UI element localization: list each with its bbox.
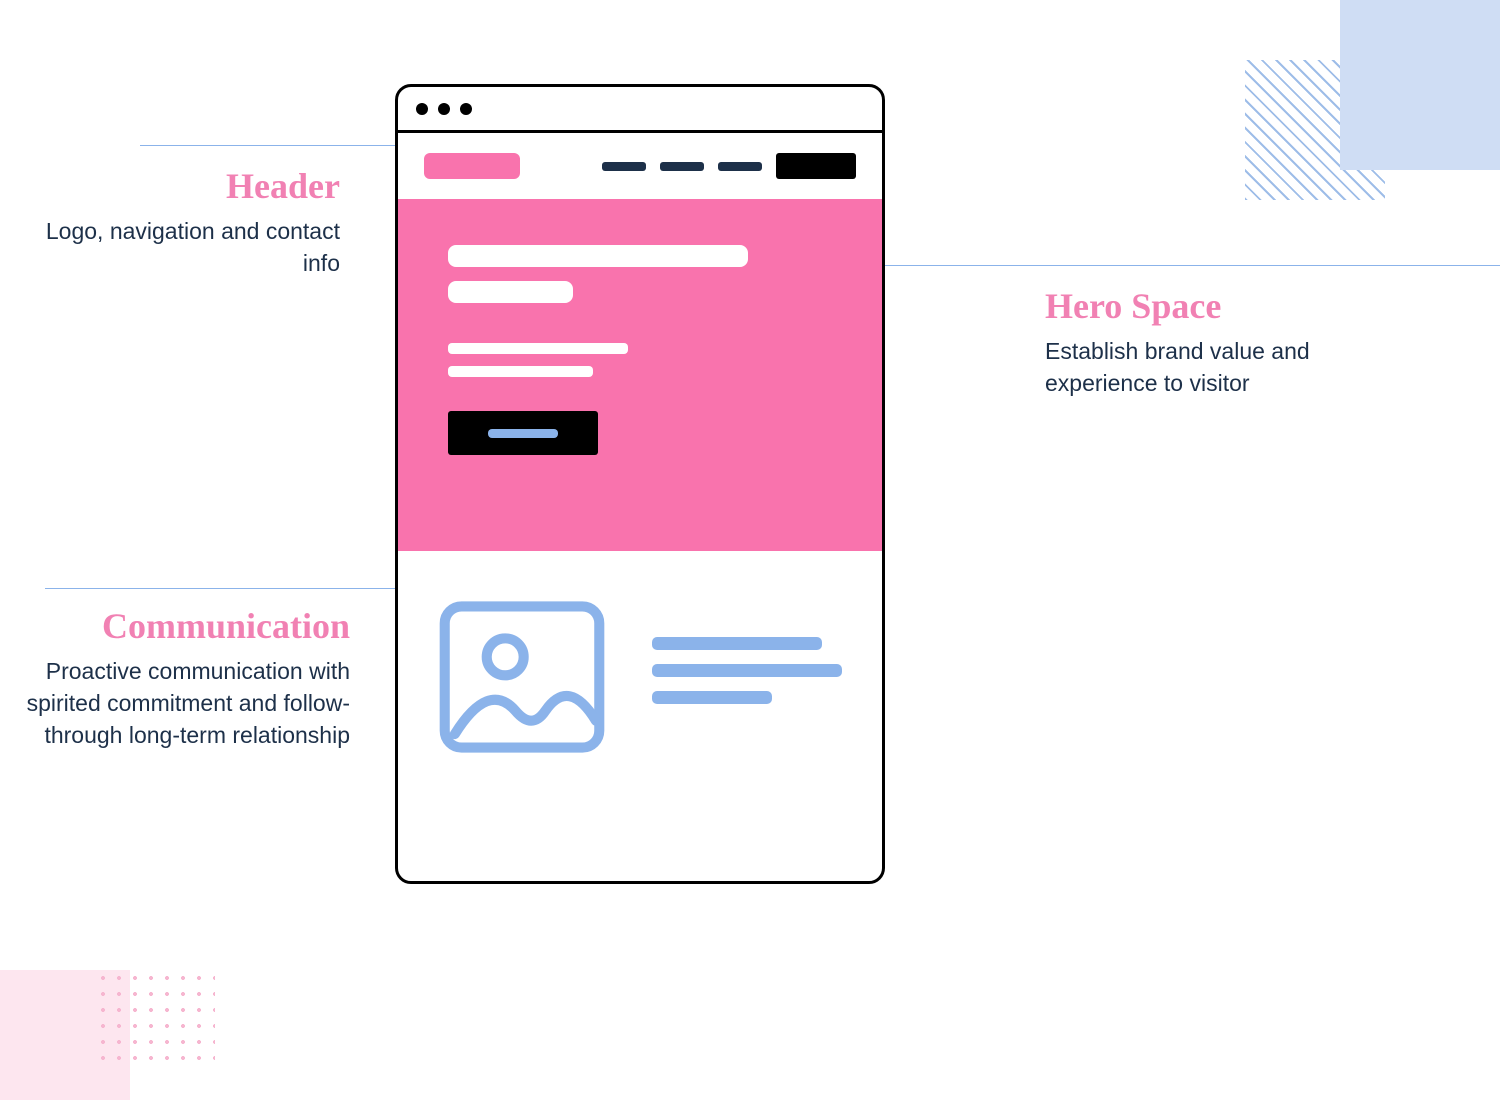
text-line bbox=[652, 664, 842, 677]
annotation-title: Header bbox=[40, 165, 340, 207]
wireframe-content-row bbox=[398, 551, 882, 803]
nav-item-placeholder bbox=[602, 162, 646, 171]
hero-subtext-placeholder bbox=[448, 343, 628, 354]
content-text-placeholder bbox=[652, 637, 842, 718]
nav-item-placeholder bbox=[660, 162, 704, 171]
window-dot bbox=[460, 103, 472, 115]
leader-line-communication bbox=[45, 588, 445, 589]
annotation-title: Hero Space bbox=[1045, 285, 1325, 327]
window-dot bbox=[438, 103, 450, 115]
annotation-title: Communication bbox=[20, 605, 350, 647]
browser-titlebar bbox=[398, 87, 882, 133]
browser-wireframe bbox=[395, 84, 885, 884]
leader-line-hero bbox=[870, 265, 1500, 266]
wireframe-header bbox=[398, 133, 882, 199]
blue-block bbox=[1340, 0, 1500, 170]
hero-heading-placeholder bbox=[448, 245, 748, 267]
annotation-desc: Proactive communication with spirited co… bbox=[20, 655, 350, 752]
annotation-communication: Communication Proactive communication wi… bbox=[20, 605, 350, 752]
text-line bbox=[652, 637, 822, 650]
logo-placeholder bbox=[424, 153, 520, 179]
annotation-hero: Hero Space Establish brand value and exp… bbox=[1045, 285, 1325, 399]
hero-button-placeholder bbox=[448, 411, 598, 455]
dot-pattern bbox=[95, 970, 215, 1060]
annotation-desc: Establish brand value and experience to … bbox=[1045, 335, 1325, 399]
window-dot bbox=[416, 103, 428, 115]
annotation-header: Header Logo, navigation and contact info bbox=[40, 165, 340, 279]
decoration-top-right bbox=[1290, 0, 1500, 210]
hero-button-label-placeholder bbox=[488, 429, 558, 438]
cta-button-placeholder bbox=[776, 153, 856, 179]
wireframe-hero bbox=[398, 199, 882, 551]
nav-item-placeholder bbox=[718, 162, 762, 171]
hero-subtext-placeholder bbox=[448, 366, 593, 377]
hero-heading-placeholder bbox=[448, 281, 573, 303]
text-line bbox=[652, 691, 772, 704]
annotation-desc: Logo, navigation and contact info bbox=[40, 215, 340, 279]
image-placeholder-icon bbox=[438, 597, 606, 757]
